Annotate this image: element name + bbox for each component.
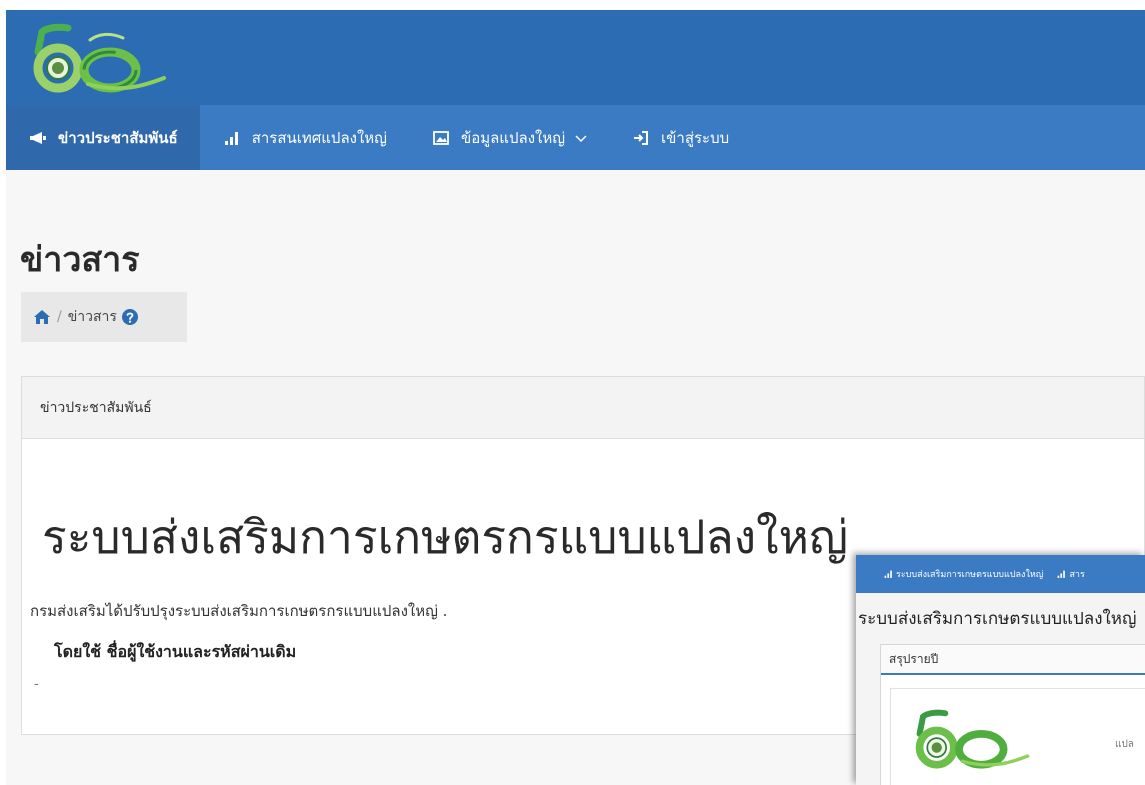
nav-item-news[interactable]: ข่าวประชาสัมพันธ์ [6, 105, 200, 170]
breadcrumb-separator: / [57, 309, 62, 325]
news-trailing-text: - [34, 677, 39, 692]
news-description: กรมส่งเสริมได้ปรับปรุงระบบส่งเสริมการเกษ… [30, 602, 448, 620]
nav-item-login[interactable]: เข้าสู่ระบบ [609, 105, 751, 170]
mini-nav-item: ระบบส่งเสริมการเกษตรแบบแปลงใหญ่ [884, 567, 1043, 581]
chevron-down-icon [575, 132, 587, 144]
mini-inner-box: แปล [890, 688, 1145, 785]
mini-page-title: ระบบส่งเสริมการเกษตรแบบแปลงใหญ่ [858, 609, 1137, 629]
mini-navbar: ระบบส่งเสริมการเกษตรแบบแปลงใหญ่ สาร [856, 555, 1145, 593]
megaphone-icon [28, 130, 48, 146]
top-header-bar [6, 10, 1145, 105]
news-headline: ระบบส่งเสริมการเกษตรกรแบบแปลงใหญ่ [42, 510, 849, 564]
news-note: โดยใช้ ชื่อผู้ใช้งานและรหัสผ่านเดิม [54, 642, 297, 661]
bar-chart-icon [884, 570, 892, 578]
nav-item-label: เข้าสู่ระบบ [661, 128, 730, 147]
mini-nav-item: สาร [1057, 567, 1085, 581]
nav-item-label: สารสนเทศแปลงใหญ่ [251, 128, 387, 147]
logo-50-icon [915, 709, 1030, 769]
mini-side-text: แปล [1115, 739, 1134, 750]
logo-50-icon[interactable] [28, 18, 168, 98]
nav-item-label: ข่าวประชาสัมพันธ์ [58, 128, 178, 147]
sign-in-icon [631, 130, 651, 146]
card-header: ข่าวประชาสัมพันธ์ [22, 377, 1144, 439]
bar-chart-icon [222, 130, 242, 146]
main-navbar: ข่าวประชาสัมพันธ์ สารสนเทศแปลงใหญ่ ข้อมู… [6, 105, 1145, 170]
nav-item-label: ข้อมูลแปลงใหญ่ [460, 128, 566, 147]
page-title: ข่าวสาร [20, 240, 140, 280]
nav-item-data-dropdown[interactable]: ข้อมูลแปลงใหญ่ [409, 105, 609, 170]
breadcrumb-current: ข่าวสาร [67, 309, 117, 325]
breadcrumb: / ข่าวสาร [21, 292, 187, 342]
help-icon[interactable] [121, 308, 139, 326]
bar-chart-icon [1058, 570, 1066, 578]
embedded-screenshot-preview[interactable]: ระบบส่งเสริมการเกษตรแบบแปลงใหญ่ สาร ระบบ… [856, 555, 1145, 785]
home-icon[interactable] [33, 308, 51, 326]
image-icon [431, 130, 451, 146]
mini-panel-header: สรุปรายปี [881, 645, 1145, 675]
nav-item-info[interactable]: สารสนเทศแปลงใหญ่ [200, 105, 409, 170]
